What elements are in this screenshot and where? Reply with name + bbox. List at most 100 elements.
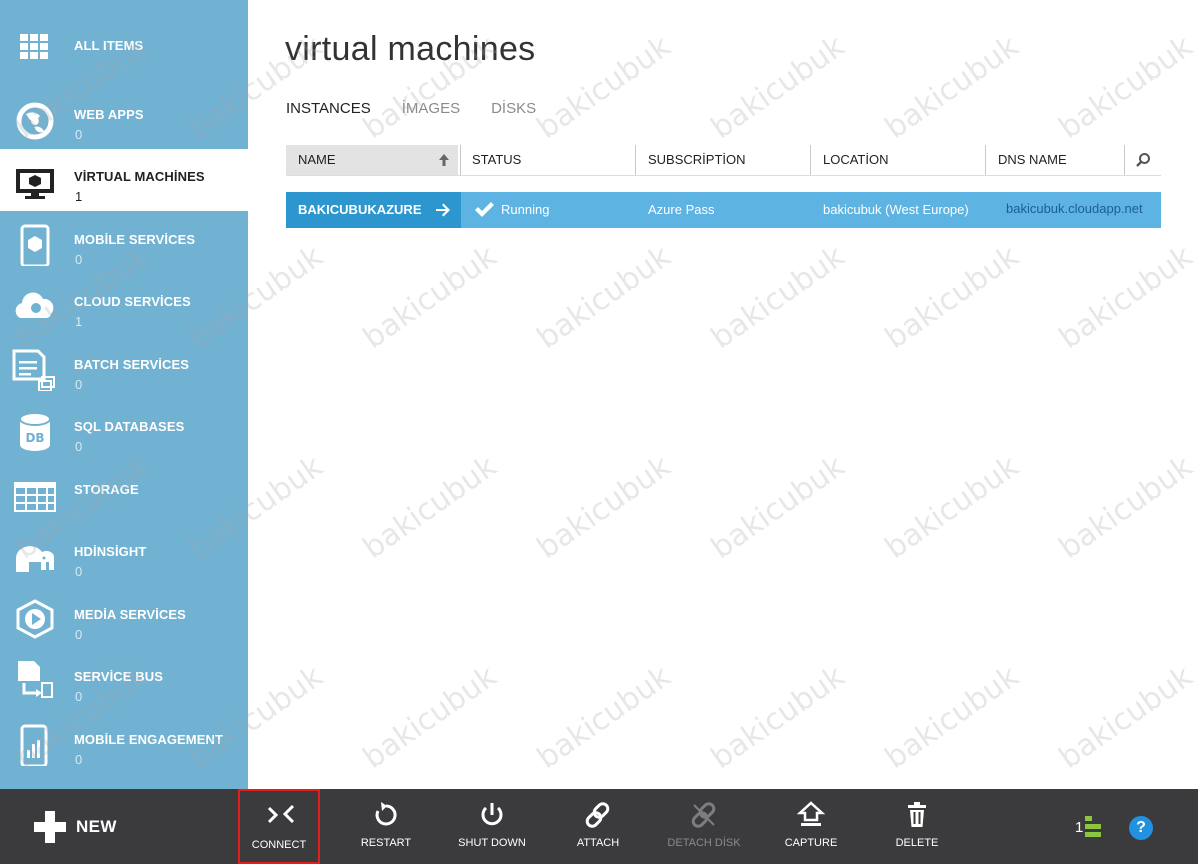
sidebar: ALL ITEMS WEB APPS 0 VİRTUAL MACHİNES 1 … <box>0 0 248 789</box>
tab-images[interactable]: İMAGES <box>402 100 460 117</box>
web-apps-icon <box>16 102 54 140</box>
watermark-text: bakicubuk <box>530 28 678 147</box>
detach-disk-button-label: DETACH DİSK <box>667 837 741 849</box>
tab-instances[interactable]: INSTANCES <box>286 100 371 117</box>
sidebar-item-label: WEB APPS <box>74 107 144 122</box>
restart-button-label: RESTART <box>360 837 412 849</box>
sidebar-item-count: 0 <box>75 252 83 267</box>
grid-icon <box>20 34 48 59</box>
sidebar-item-virtual-machines[interactable]: VİRTUAL MACHİNES 1 <box>0 149 248 211</box>
sidebar-item-hdinsight[interactable]: HDİNSİGHT 0 <box>0 524 248 586</box>
header-underline <box>286 175 1161 176</box>
sidebar-item-media-services[interactable]: MEDİA SERVİCES 0 <box>0 587 248 649</box>
sidebar-item-label: MOBİLE SERVİCES <box>74 232 196 247</box>
database-icon: DB <box>19 412 51 451</box>
watermark-text: bakicubuk <box>1052 658 1198 777</box>
sidebar-item-count: 0 <box>75 689 83 704</box>
sidebar-item-label: SERVİCE BUS <box>74 669 163 684</box>
column-divider <box>985 145 986 175</box>
vm-dns-link[interactable]: bakicubuk.cloudapp.net <box>1006 192 1161 228</box>
tab-disks[interactable]: DİSKS <box>491 100 536 117</box>
column-header-location[interactable]: LOCATİON <box>811 145 986 175</box>
sidebar-item-count: 0 <box>75 564 83 579</box>
sidebar-item-count: 0 <box>75 439 83 454</box>
sidebar-item-storage[interactable]: STORAGE <box>0 462 248 524</box>
batch-icon <box>12 349 55 391</box>
table-header: NAME STATUS SUBSCRİPTİON LOCATİON DNS NA… <box>286 145 1161 176</box>
plus-icon <box>34 811 66 843</box>
vm-subscription: Azure Pass <box>648 202 715 217</box>
watermark-text: bakicubuk <box>530 658 678 777</box>
arrow-right-icon[interactable] <box>435 203 451 217</box>
shut-down-button[interactable]: SHUT DOWN <box>452 789 532 864</box>
watermark-text: bakicubuk <box>704 238 852 357</box>
vm-name-cell[interactable]: BAKICUBUKAZURE <box>286 192 461 228</box>
power-icon <box>481 803 503 826</box>
watermark-text: bakicubuk <box>878 658 1026 777</box>
mobile-icon <box>20 224 50 266</box>
new-button[interactable]: NEW <box>34 809 117 845</box>
sidebar-item-label: BATCH SERVİCES <box>74 357 190 372</box>
unlink-icon <box>691 802 716 828</box>
column-divider <box>1124 145 1125 175</box>
restart-button[interactable]: RESTART <box>346 789 426 864</box>
table-row[interactable]: BAKICUBUKAZURE Running Azure Pass bakicu… <box>286 192 1161 228</box>
watermark-text: bakicubuk <box>878 28 1026 147</box>
new-button-label: NEW <box>76 817 117 836</box>
service-bus-icon <box>18 661 53 698</box>
column-header-name[interactable]: NAME <box>286 145 460 175</box>
monitor-icon <box>16 169 54 199</box>
trash-icon <box>908 802 926 827</box>
table-icon <box>14 482 56 512</box>
sort-up-arrow-icon <box>439 154 449 166</box>
capture-button[interactable]: CAPTURE <box>771 789 851 864</box>
sidebar-item-label: HDİNSİGHT <box>74 544 147 559</box>
sidebar-item-label: CLOUD SERVİCES <box>74 294 191 309</box>
sidebar-item-count: 0 <box>75 752 83 767</box>
sidebar-item-mobile-services[interactable]: MOBİLE SERVİCES 0 <box>0 212 248 274</box>
sidebar-item-count: 0 <box>75 377 83 392</box>
sidebar-item-all-items[interactable]: ALL ITEMS <box>0 14 248 76</box>
sidebar-item-label: SQL DATABASES <box>74 419 185 434</box>
notification-count: 1 <box>1075 818 1084 836</box>
sidebar-item-service-bus[interactable]: SERVİCE BUS 0 <box>0 649 248 711</box>
sidebar-item-label: MEDİA SERVİCES <box>74 607 186 622</box>
sidebar-item-count: 0 <box>75 627 83 642</box>
shut-down-button-label: SHUT DOWN <box>458 837 526 849</box>
sidebar-item-sql-databases[interactable]: DB SQL DATABASES 0 <box>0 399 248 461</box>
detach-disk-button[interactable]: DETACH DİSK <box>664 789 744 864</box>
column-header-status[interactable]: STATUS <box>460 145 636 175</box>
sidebar-item-label: VİRTUAL MACHİNES <box>74 169 205 184</box>
sidebar-item-batch-services[interactable]: BATCH SERVİCES 0 <box>0 337 248 399</box>
attach-button[interactable]: ATTACH <box>558 789 638 864</box>
watermark-text: bakicubuk <box>356 238 504 357</box>
sidebar-item-mobile-engagement[interactable]: MOBİLE ENGAGEMENT 0 <box>0 712 248 774</box>
attach-button-label: ATTACH <box>576 837 620 849</box>
watermark-text: bakicubuk <box>1052 448 1198 567</box>
sidebar-item-label: STORAGE <box>74 482 139 497</box>
column-header-label: NAME <box>298 152 336 167</box>
watermark-text: bakicubuk <box>878 238 1026 357</box>
watermark-text: bakicubuk <box>356 448 504 567</box>
search-icon <box>1136 153 1150 167</box>
sidebar-item-count: 1 <box>75 189 83 204</box>
sidebar-item-web-apps[interactable]: WEB APPS 0 <box>0 87 248 149</box>
help-button[interactable]: ? <box>1129 816 1153 840</box>
delete-button[interactable]: DELETE <box>877 789 957 864</box>
column-header-subscription[interactable]: SUBSCRİPTİON <box>636 145 811 175</box>
notifications-button[interactable]: 1 <box>1075 815 1102 839</box>
connect-button[interactable]: CONNECT <box>238 789 320 864</box>
table-search-button[interactable] <box>1125 145 1161 175</box>
sidebar-item-cloud-services[interactable]: CLOUD SERVİCES 1 <box>0 274 248 336</box>
column-header-dns-name[interactable]: DNS NAME <box>986 145 1125 175</box>
sidebar-item-label: MOBİLE ENGAGEMENT <box>74 732 224 747</box>
watermark-text: bakicubuk <box>878 448 1026 567</box>
sidebar-item-count: 0 <box>75 127 83 142</box>
command-bar: NEW CONNECT RESTART SHUT DOWN ATTACH DET… <box>0 789 1198 864</box>
tab-bar: INSTANCES İMAGES DİSKS <box>286 100 536 117</box>
capture-button-label: CAPTURE <box>784 837 838 849</box>
page-title: virtual machines <box>285 30 536 68</box>
media-play-icon <box>16 599 54 639</box>
column-divider <box>810 145 811 175</box>
watermark-text: bakicubuk <box>1052 28 1198 147</box>
